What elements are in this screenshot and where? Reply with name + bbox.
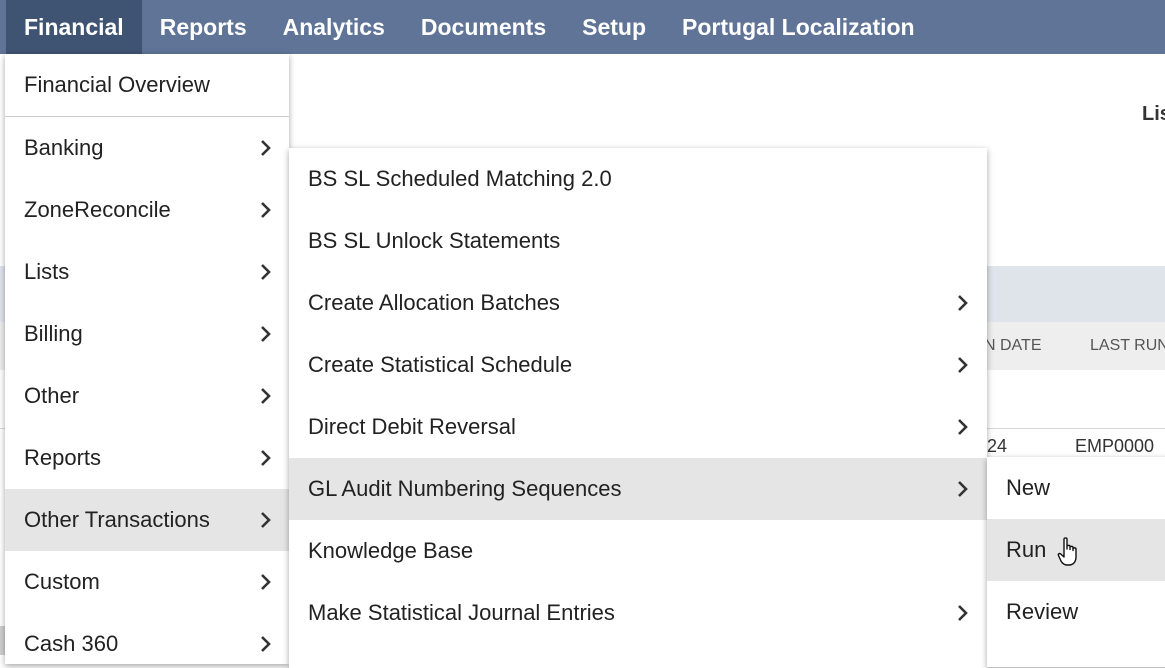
menu-item-other[interactable]: Other (5, 365, 289, 427)
menu-item-label: Other (24, 383, 80, 408)
nav-tab-financial[interactable]: Financial (6, 0, 142, 54)
table-cell-last-run[interactable]: EMP0000 (1075, 436, 1154, 457)
gl-audit-numbering-submenu: New Run Review (987, 457, 1165, 667)
nav-tab-documents[interactable]: Documents (403, 0, 564, 54)
chevron-right-icon (259, 387, 273, 405)
chevron-right-icon (259, 449, 273, 467)
menu-item-run[interactable]: Run (987, 519, 1165, 581)
chevron-right-icon (956, 480, 970, 498)
menu-item-label: Banking (24, 135, 104, 160)
menu-item-label: Other Transactions (24, 507, 210, 532)
menu-item-label: GL Audit Numbering Sequences (308, 476, 622, 501)
menu-item-review[interactable]: Review (987, 581, 1165, 643)
menu-item-direct-debit-reversal[interactable]: Direct Debit Reversal (289, 396, 987, 458)
menu-item-bs-sl-scheduled-matching[interactable]: BS SL Scheduled Matching 2.0 (289, 148, 987, 210)
menu-item-create-statistical-schedule[interactable]: Create Statistical Schedule (289, 334, 987, 396)
menu-item-custom[interactable]: Custom (5, 551, 289, 613)
chevron-right-icon (956, 356, 970, 374)
menu-item-label: BS SL Scheduled Matching 2.0 (308, 166, 612, 191)
menu-item-label: Cash 360 (24, 631, 119, 656)
menu-item-label: Financial Overview (24, 72, 210, 97)
menu-item-label: Direct Debit Reversal (308, 414, 516, 439)
menu-item-gl-audit-numbering-sequences[interactable]: GL Audit Numbering Sequences (289, 458, 987, 520)
menu-item-label: Make Statistical Journal Entries (308, 600, 615, 625)
chevron-right-icon (259, 325, 273, 343)
menu-item-label: Knowledge Base (308, 538, 474, 563)
table-header-last-run[interactable]: LAST RUN (1090, 337, 1165, 355)
menu-item-bs-sl-unlock-statements[interactable]: BS SL Unlock Statements (289, 210, 987, 272)
chevron-right-icon (259, 573, 273, 591)
menu-item-label: New (1006, 475, 1051, 500)
menu-item-label: Create Statistical Schedule (308, 352, 573, 377)
menu-item-label: Lists (24, 259, 70, 284)
table-header-date[interactable]: N DATE (984, 337, 1041, 355)
menu-item-other-transactions[interactable]: Other Transactions (5, 489, 289, 551)
page-list-label: Lis (1142, 103, 1165, 125)
chevron-right-icon (259, 511, 273, 529)
financial-dropdown-menu: Financial Overview Banking ZoneReconcile… (5, 54, 289, 664)
chevron-right-icon (259, 635, 273, 653)
menu-item-label: Reports (24, 445, 102, 470)
menu-item-zonereconcile[interactable]: ZoneReconcile (5, 179, 289, 241)
menu-item-lists[interactable]: Lists (5, 241, 289, 303)
other-transactions-submenu: BS SL Scheduled Matching 2.0 BS SL Unloc… (289, 148, 987, 668)
chevron-right-icon (956, 604, 970, 622)
top-nav-bar: Financial Reports Analytics Documents Se… (0, 0, 1165, 54)
menu-item-banking[interactable]: Banking (5, 117, 289, 179)
menu-item-billing[interactable]: Billing (5, 303, 289, 365)
menu-item-label: Billing (24, 321, 83, 346)
nav-tab-reports[interactable]: Reports (142, 0, 265, 54)
chevron-right-icon (956, 418, 970, 436)
chevron-right-icon (259, 139, 273, 157)
nav-tab-portugal-localization[interactable]: Portugal Localization (664, 0, 933, 54)
menu-item-reports[interactable]: Reports (5, 427, 289, 489)
menu-item-label: Custom (24, 569, 100, 594)
menu-item-label: Review (1006, 599, 1079, 624)
menu-item-label: Create Allocation Batches (308, 290, 560, 315)
menu-item-new[interactable]: New (987, 457, 1165, 519)
nav-tab-setup[interactable]: Setup (564, 0, 664, 54)
chevron-right-icon (259, 263, 273, 281)
menu-item-create-allocation-batches[interactable]: Create Allocation Batches (289, 272, 987, 334)
nav-tab-analytics[interactable]: Analytics (265, 0, 403, 54)
menu-item-label: Run (1006, 537, 1047, 562)
table-cell-date: 24 (987, 436, 1008, 456)
menu-item-cash-360[interactable]: Cash 360 (5, 613, 289, 664)
chevron-right-icon (956, 294, 970, 312)
menu-item-knowledge-base[interactable]: Knowledge Base (289, 520, 987, 582)
menu-item-financial-overview[interactable]: Financial Overview (5, 54, 289, 116)
menu-item-label: BS SL Unlock Statements (308, 228, 561, 253)
menu-item-make-statistical-journal-entries[interactable]: Make Statistical Journal Entries (289, 582, 987, 644)
chevron-right-icon (259, 201, 273, 219)
menu-item-label: ZoneReconcile (24, 197, 171, 222)
